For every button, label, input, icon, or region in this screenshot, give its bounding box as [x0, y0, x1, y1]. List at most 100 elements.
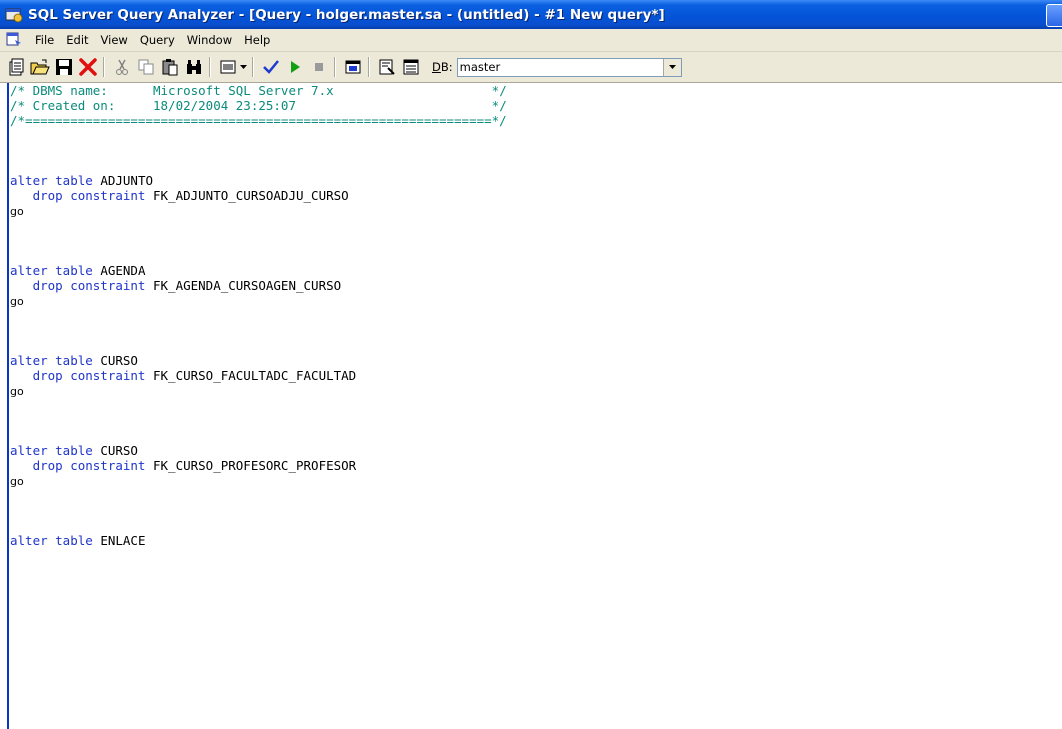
toolbar-separator: [252, 57, 254, 77]
execute-button[interactable]: [283, 56, 306, 79]
drop-constraint-keyword: drop constraint: [32, 278, 146, 293]
code-line: /* DBMS name: Microsoft SQL Server 7.x *…: [10, 83, 507, 98]
parse-icon: [262, 60, 279, 74]
toolbar-separator: [368, 57, 370, 77]
save-icon: [55, 59, 72, 75]
new-query-icon: [9, 58, 23, 76]
go-keyword: go: [10, 295, 24, 308]
cut-button[interactable]: [110, 56, 133, 79]
go-keyword: go: [10, 205, 24, 218]
code-line: alter table AGENDA: [10, 263, 507, 278]
comment-prefix: /* DBMS name:: [10, 83, 108, 98]
query-analyzer-app-icon[interactable]: [5, 7, 23, 23]
table-name: ENLACE: [100, 533, 146, 548]
menu-file[interactable]: File: [29, 30, 60, 50]
object-search-icon: [379, 59, 395, 75]
code-line: drop constraint FK_CURSO_PROFESORC_PROFE…: [10, 458, 507, 473]
comment-suffix: */: [491, 98, 507, 113]
menu-view[interactable]: View: [95, 30, 134, 50]
query-editor[interactable]: /* DBMS name: Microsoft SQL Server 7.x *…: [0, 83, 1062, 729]
comment-spacing: [115, 98, 153, 113]
menu-window[interactable]: Window: [181, 30, 238, 50]
document-window-icon[interactable]: [5, 32, 23, 48]
code-line: drop constraint FK_CURSO_FACULTADC_FACUL…: [10, 368, 507, 383]
code-line: /*======================================…: [10, 113, 507, 128]
code-line: drop constraint FK_AGENDA_CURSOAGEN_CURS…: [10, 278, 507, 293]
constraint-name: FK_ADJUNTO_CURSOADJU_CURSO: [153, 188, 349, 203]
constraint-name: FK_CURSO_PROFESORC_PROFESOR: [153, 458, 357, 473]
query-text[interactable]: /* DBMS name: Microsoft SQL Server 7.x *…: [10, 83, 507, 548]
code-line: /* Created on: 18/02/2004 23:25:07 */: [10, 98, 507, 113]
results-mode-dropdown[interactable]: [239, 56, 248, 78]
results-mode-button[interactable]: [216, 56, 239, 79]
find-button[interactable]: [182, 56, 205, 79]
code-line: alter table ADJUNTO: [10, 173, 507, 188]
open-button[interactable]: [28, 56, 51, 79]
constraint-name: FK_AGENDA_CURSOAGEN_CURSO: [153, 278, 342, 293]
window-control-button[interactable]: [1046, 4, 1062, 27]
editor-left-bar: [7, 83, 9, 729]
object-search-button[interactable]: [375, 56, 398, 79]
menu-bar: File Edit View Query Window Help: [0, 29, 1062, 52]
object-browser-button[interactable]: [341, 56, 364, 79]
paste-icon: [162, 59, 177, 76]
stop-icon: [314, 63, 323, 71]
chevron-down-icon: [240, 65, 247, 69]
menu-help[interactable]: Help: [238, 30, 276, 50]
new-query-button[interactable]: [4, 56, 27, 79]
comment-suffix: */: [491, 83, 507, 98]
paste-button[interactable]: [158, 56, 181, 79]
comment-spacing: [108, 83, 153, 98]
drop-constraint-keyword: drop constraint: [32, 458, 146, 473]
code-line: go: [10, 473, 507, 488]
code-line: go: [10, 293, 507, 308]
comment-prefix: /* Created on:: [10, 98, 116, 113]
toolbar-separator: [334, 57, 336, 77]
drop-constraint-keyword: drop constraint: [32, 188, 146, 203]
menu-query[interactable]: Query: [134, 30, 181, 50]
database-select-arrow[interactable]: [662, 58, 681, 76]
code-line: go: [10, 383, 507, 398]
comment-spacing: [334, 83, 492, 98]
menu-edit[interactable]: Edit: [60, 30, 94, 50]
connection-properties-button[interactable]: [399, 56, 422, 79]
stop-button[interactable]: [307, 56, 330, 79]
comment-value: 18/02/2004 23:25:07: [153, 98, 296, 113]
toolbar-separator: [103, 57, 105, 77]
code-line: go: [10, 203, 507, 218]
alter-table-keyword: alter table: [10, 263, 93, 278]
go-keyword: go: [10, 385, 24, 398]
chevron-down-icon: [668, 65, 676, 69]
alter-table-keyword: alter table: [10, 443, 93, 458]
comment-spacing: [296, 98, 492, 113]
table-name: AGENDA: [100, 263, 146, 278]
copy-icon: [138, 59, 153, 75]
delete-button[interactable]: [76, 56, 99, 79]
find-icon: [186, 60, 201, 74]
table-name: CURSO: [100, 353, 138, 368]
save-button[interactable]: [52, 56, 75, 79]
parse-button[interactable]: [259, 56, 282, 79]
cut-icon: [115, 59, 128, 75]
database-select[interactable]: master: [456, 57, 682, 77]
execute-icon: [290, 61, 300, 73]
copy-button[interactable]: [134, 56, 157, 79]
code-line: drop constraint FK_ADJUNTO_CURSOADJU_CUR…: [10, 188, 507, 203]
